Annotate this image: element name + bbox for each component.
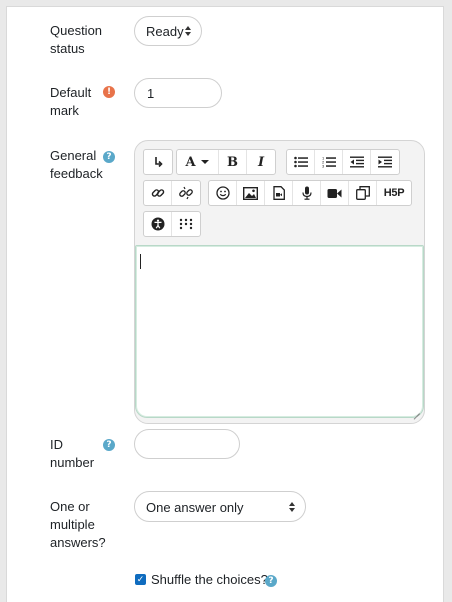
answers-select-value: One answer only [146, 500, 244, 515]
bullet-list-icon[interactable] [287, 150, 315, 174]
resize-handle-icon[interactable] [413, 407, 420, 414]
toolbar-group-lists: 123 [286, 149, 400, 175]
bold-button[interactable]: B [219, 150, 247, 174]
text-caret [140, 254, 141, 269]
help-icon[interactable]: ? [103, 151, 115, 163]
toolbar-group-style: A B I [176, 149, 276, 175]
screenreader-helper-icon[interactable] [172, 212, 200, 236]
answers-select[interactable]: One answer only [134, 491, 306, 522]
h5p-button[interactable]: H5P [377, 181, 411, 205]
shuffle-checkbox[interactable]: ✓ [135, 574, 146, 585]
id-number-input[interactable] [134, 429, 240, 459]
answers-label: One or multiple answers? [50, 499, 106, 550]
accessibility-icon[interactable] [144, 212, 172, 236]
numbered-list-icon[interactable]: 123 [315, 150, 343, 174]
redo-icon[interactable] [144, 150, 172, 174]
default-mark-label: Default mark [50, 85, 92, 118]
outdent-icon[interactable] [343, 150, 371, 174]
form-panel: Question status Ready Default mark ! 1 G… [6, 6, 444, 602]
rich-text-editor: A B I 123 H5P [134, 140, 425, 424]
help-icon[interactable]: ? [265, 575, 277, 587]
manage-files-icon[interactable] [349, 181, 377, 205]
question-status-value: Ready [146, 24, 184, 39]
dropdown-caret-icon [200, 160, 209, 164]
font-menu-button[interactable]: A [177, 150, 219, 174]
feedback-editor-area[interactable] [135, 245, 424, 418]
shuffle-label[interactable]: Shuffle the choices? [151, 572, 268, 587]
image-icon[interactable] [237, 181, 265, 205]
svg-text:3: 3 [322, 164, 325, 169]
question-status-select[interactable]: Ready [134, 16, 202, 46]
default-mark-value: 1 [147, 86, 155, 101]
microphone-icon[interactable] [293, 181, 321, 205]
toolbar-group-redo [143, 149, 173, 175]
toolbar-group-links [143, 180, 201, 206]
required-icon: ! [103, 86, 115, 98]
video-camera-icon[interactable] [321, 181, 349, 205]
media-icon[interactable] [265, 181, 293, 205]
link-icon[interactable] [144, 181, 172, 205]
default-mark-input[interactable]: 1 [134, 78, 222, 108]
italic-button[interactable]: I [247, 150, 275, 174]
id-number-label: ID number [50, 437, 95, 470]
general-feedback-label: General feedback [50, 148, 103, 181]
select-arrows-icon [185, 26, 191, 36]
emoji-icon[interactable] [209, 181, 237, 205]
toolbar-group-accessibility [143, 211, 201, 237]
indent-icon[interactable] [371, 150, 399, 174]
select-arrows-icon [289, 501, 295, 512]
toolbar-group-insert: H5P [208, 180, 412, 206]
unlink-icon[interactable] [172, 181, 200, 205]
help-icon[interactable]: ? [103, 439, 115, 451]
question-status-label: Question status [50, 23, 103, 56]
